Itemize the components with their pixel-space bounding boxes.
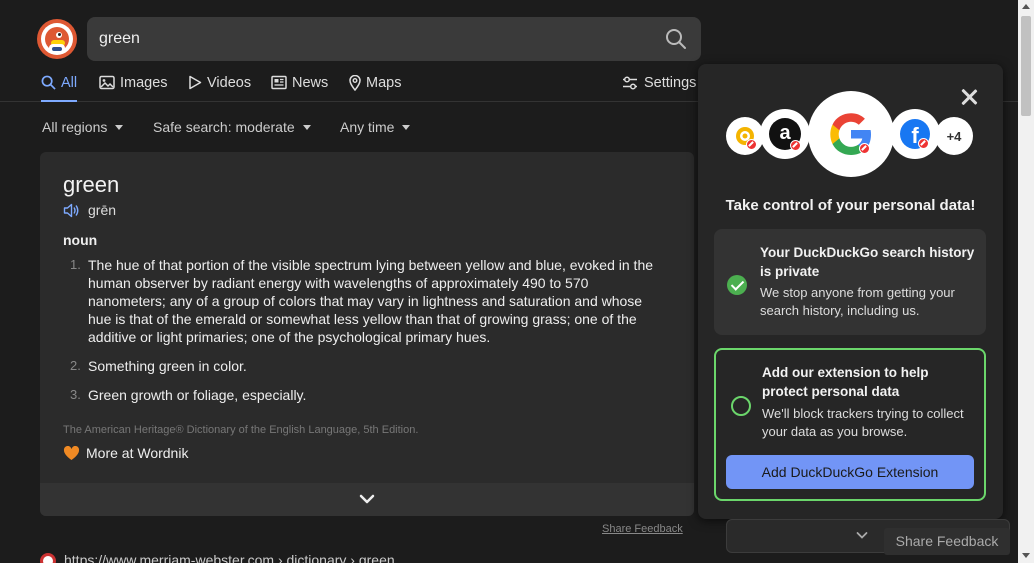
privacy-popup: a f +4 Take control of your personal dat… [698, 64, 1003, 519]
news-icon [271, 75, 287, 90]
tab-all[interactable]: All [41, 73, 78, 102]
box-title: Your DuckDuckGo search history is privat… [760, 245, 975, 279]
share-feedback-link[interactable]: Share Feedback [602, 523, 683, 535]
search-icon [41, 75, 56, 90]
definition-item: 2. Something green in color. [63, 357, 663, 375]
tab-images[interactable]: Images [99, 73, 168, 102]
speaker-icon[interactable] [63, 203, 80, 218]
tracker-logo-icon [726, 117, 764, 155]
radio-circle[interactable] [731, 396, 751, 416]
caret-down-icon [402, 125, 411, 130]
blocked-icon [859, 143, 870, 154]
definition-number: 1. [70, 257, 81, 272]
image-icon [99, 75, 115, 90]
dictionary-card: green grēn noun 1. The hue of that porti… [40, 152, 694, 516]
scrollbar[interactable] [1018, 0, 1034, 563]
add-extension-box: Add our extension to help protect person… [714, 348, 986, 501]
tab-label: Maps [366, 75, 402, 91]
box-title: Add our extension to help protect person… [762, 365, 929, 399]
duckduckgo-logo[interactable] [37, 19, 77, 59]
dictionary-word: green [63, 172, 120, 197]
box-description: We stop anyone from getting your search … [760, 285, 955, 318]
amazon-icon: a [760, 109, 810, 159]
panel-title: Take control of your personal data! [725, 197, 976, 214]
expand-button[interactable] [40, 483, 694, 516]
tab-news[interactable]: News [271, 73, 328, 102]
definition-item: 1. The hue of that portion of the visibl… [63, 256, 663, 346]
tab-videos[interactable]: Videos [188, 73, 251, 102]
share-feedback-button[interactable]: Share Feedback [884, 528, 1010, 555]
caret-down-icon [302, 125, 311, 130]
chevron-down-icon [856, 532, 868, 539]
map-pin-icon [349, 75, 361, 91]
chevron-down-icon [359, 494, 375, 504]
pronunciation: grēn [63, 202, 116, 218]
time-filter[interactable]: Any time [340, 119, 411, 135]
tab-label: News [292, 75, 329, 91]
settings-sliders-icon [623, 76, 637, 90]
result-url[interactable]: https://www.merriam-webster.com › dictio… [40, 552, 395, 563]
play-icon [189, 75, 202, 90]
close-icon[interactable] [961, 89, 977, 105]
scroll-down-arrow-icon[interactable] [1022, 553, 1030, 558]
tab-label: Videos [207, 75, 252, 91]
settings-label: Settings [644, 75, 697, 91]
heart-icon [63, 445, 80, 460]
scroll-up-arrow-icon[interactable] [1022, 4, 1030, 9]
dictionary-source: The American Heritage® Dictionary of the… [63, 424, 419, 436]
definition-list: 1. The hue of that portion of the visibl… [63, 256, 663, 404]
merriam-webster-favicon [40, 553, 56, 563]
definition-number: 3. [70, 387, 81, 402]
check-icon [727, 275, 747, 295]
safe-search-label: Safe search: moderate [153, 119, 295, 135]
pronunciation-text: grēn [88, 202, 117, 218]
more-link-label: More at Wordnik [86, 445, 189, 461]
search-box [87, 17, 701, 61]
region-filter-label: All regions [42, 119, 108, 135]
definition-number: 2. [70, 358, 81, 373]
region-filter[interactable]: All regions [42, 119, 124, 135]
search-history-private-box: Your DuckDuckGo search history is privat… [714, 229, 986, 335]
more-at-wordnik-link[interactable]: More at Wordnik [63, 445, 188, 461]
more-trackers-count: +4 [935, 117, 973, 155]
time-filter-label: Any time [340, 119, 395, 135]
tab-label: Images [120, 75, 168, 91]
definition-item: 3. Green growth or foliage, especially. [63, 386, 663, 404]
blocked-icon [790, 140, 801, 151]
definition-text: Green growth or foliage, especially. [88, 387, 307, 403]
definition-text: Something green in color. [88, 358, 247, 374]
search-icon[interactable] [665, 28, 687, 50]
blocked-icon [746, 139, 757, 150]
tab-label: All [61, 75, 78, 91]
scrollbar-thumb[interactable] [1021, 16, 1031, 116]
blocked-icon [918, 138, 929, 149]
caret-down-icon [115, 125, 124, 130]
definition-text: The hue of that portion of the visible s… [88, 257, 654, 345]
result-url-text: https://www.merriam-webster.com › dictio… [64, 552, 395, 563]
search-input[interactable] [99, 17, 659, 61]
google-icon [808, 91, 894, 177]
tab-maps[interactable]: Maps [349, 73, 401, 102]
box-description: We'll block trackers trying to collect y… [762, 406, 964, 439]
facebook-icon: f [890, 109, 940, 159]
safe-search-filter[interactable]: Safe search: moderate [153, 119, 311, 135]
add-extension-button[interactable]: Add DuckDuckGo Extension [726, 455, 974, 489]
settings-button[interactable]: Settings [622, 73, 696, 95]
part-of-speech: noun [63, 232, 98, 248]
